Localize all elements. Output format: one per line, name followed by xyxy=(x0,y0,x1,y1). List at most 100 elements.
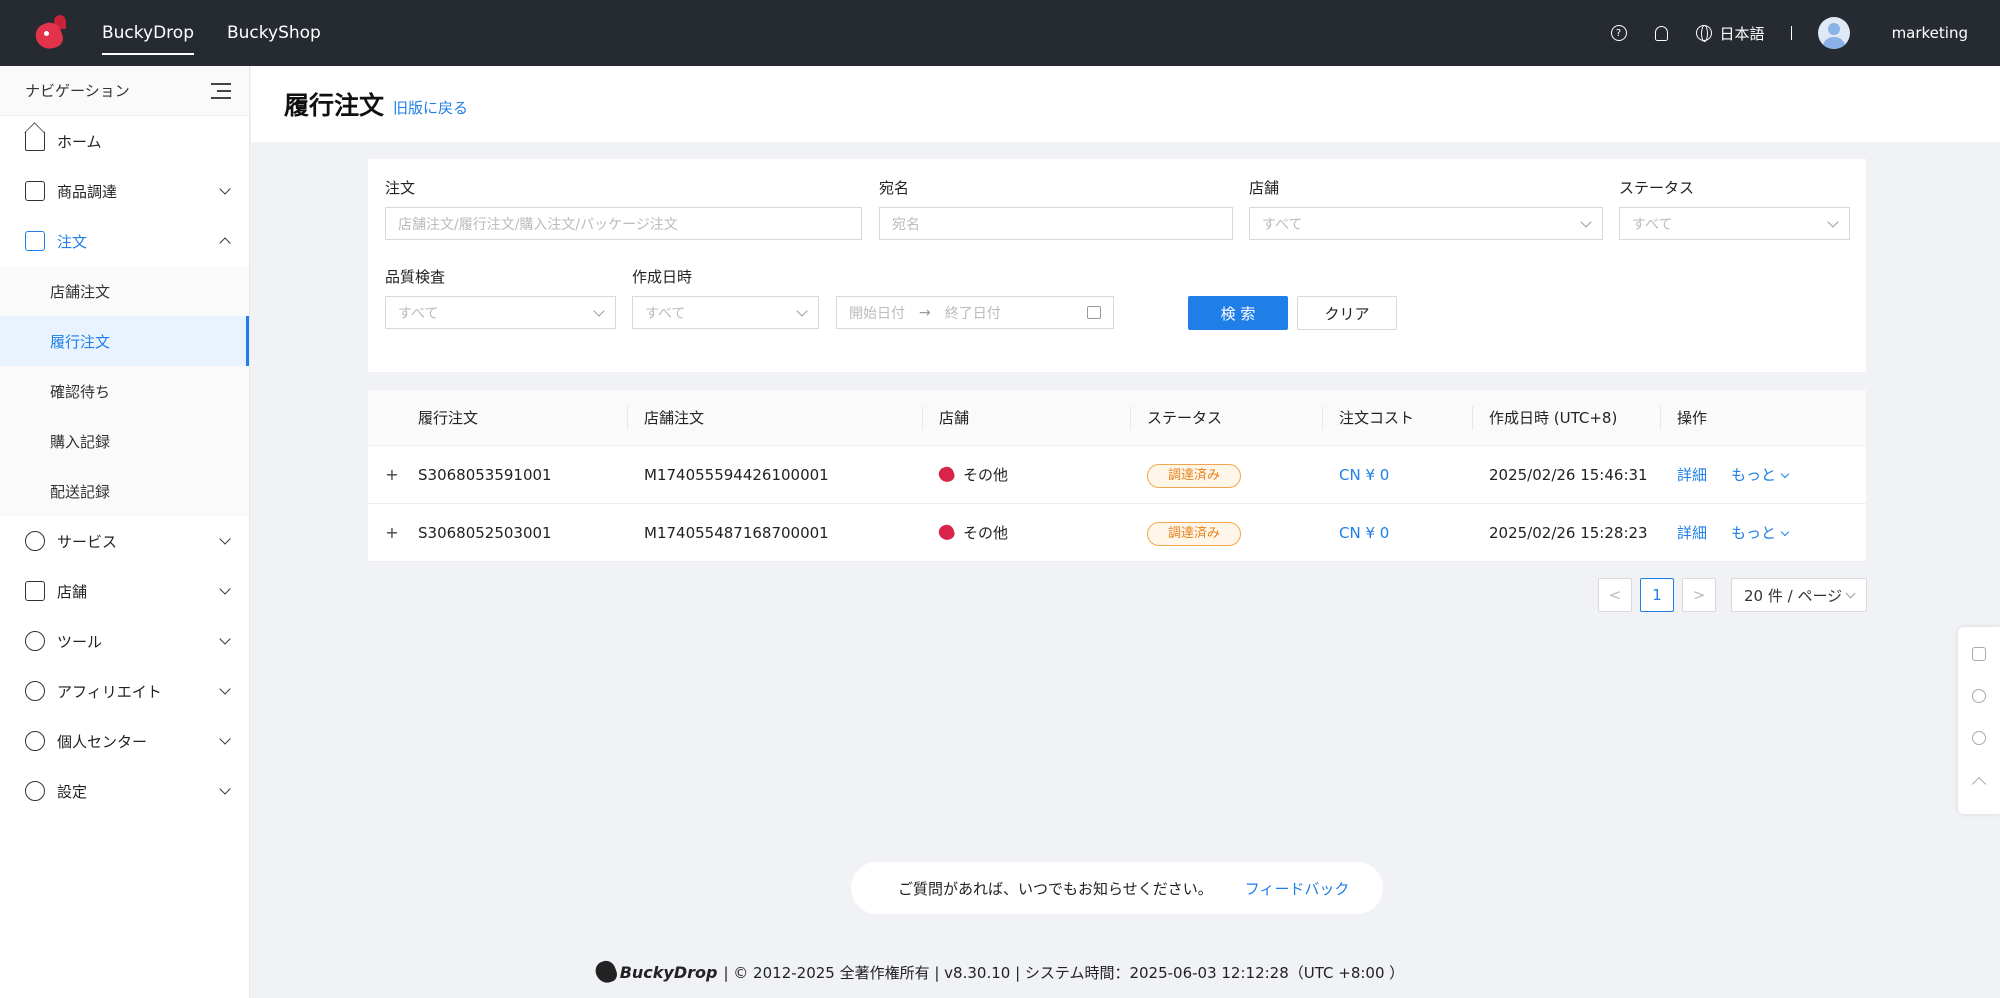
chevron-down-icon xyxy=(219,183,231,195)
column-header: 作成日時 (UTC+8) xyxy=(1489,409,1618,427)
menu-collapse-icon[interactable] xyxy=(211,82,231,99)
more-dropdown[interactable]: もっと xyxy=(1731,504,1790,562)
footer-copyright: | © 2012-2025 全著作権所有 | v8.30.10 | システム時間… xyxy=(723,963,1405,982)
more-label: もっと xyxy=(1731,466,1777,484)
table-row: + S3068052503001 M174055487168700001 その他… xyxy=(368,504,1866,562)
sidebar-item-label: ツール xyxy=(57,632,103,651)
username[interactable]: marketing xyxy=(1892,24,1968,42)
created-time: 2025/02/26 15:28:23 xyxy=(1489,524,1648,542)
feedback-bar: ご質問があれば、いつでもお知らせください。 フィードバック xyxy=(851,862,1383,914)
chevron-up-icon xyxy=(219,237,231,249)
table-row: + S3068053591001 M174055594426100001 その他… xyxy=(368,446,1866,504)
robot-icon[interactable] xyxy=(1972,647,1986,661)
headset-icon[interactable] xyxy=(1972,731,1986,745)
recipient-input[interactable]: 宛名 xyxy=(879,207,1233,240)
feedback-link[interactable]: フィードバック xyxy=(1245,878,1350,899)
arrow-right-icon: → xyxy=(919,304,931,321)
footer-logo: BuckyDrop xyxy=(592,958,718,986)
sidebar-item-sourcing[interactable]: 商品調達 xyxy=(0,166,249,216)
column-header: 店舗 xyxy=(939,409,970,427)
sidebar-item-label: 設定 xyxy=(57,782,88,801)
store-icon xyxy=(25,581,45,601)
expand-row-icon[interactable]: + xyxy=(384,467,400,483)
store-logo-icon xyxy=(936,464,957,485)
sidebar-item-service[interactable]: サービス xyxy=(0,516,249,566)
created-filter-label: 作成日時 xyxy=(632,268,693,286)
shopping-bag-icon xyxy=(25,181,45,201)
sidebar-subitem-store-order[interactable]: 店舗注文 xyxy=(0,266,249,316)
status-select[interactable]: すべて xyxy=(1619,207,1850,240)
top-nav-buckyshop[interactable]: BuckyShop xyxy=(227,0,321,66)
sidebar-item-affiliate[interactable]: アフィリエイト xyxy=(0,666,249,716)
service-bell-icon xyxy=(25,531,45,551)
store-name: その他 xyxy=(963,524,1009,542)
sidebar-header: ナビゲーション xyxy=(0,66,249,116)
sidebar-item-label: 注文 xyxy=(57,232,88,251)
buckydrop-logo-icon xyxy=(592,958,619,986)
recipient-placeholder: 宛名 xyxy=(892,216,920,233)
expand-row-icon[interactable]: + xyxy=(384,525,400,541)
status-select-value: すべて xyxy=(1632,216,1673,233)
store-filter-label: 店舗 xyxy=(1249,179,1280,197)
sidebar-item-settings[interactable]: 設定 xyxy=(0,766,249,816)
users-icon xyxy=(25,681,45,701)
question-circle-icon[interactable] xyxy=(1972,689,1986,703)
search-button[interactable]: 検 索 xyxy=(1188,296,1288,330)
qc-select-value: すべて xyxy=(398,305,439,322)
sidebar-item-tools[interactable]: ツール xyxy=(0,616,249,666)
sidebar-item-home[interactable]: ホーム xyxy=(0,116,249,166)
fulfillment-order-id: S3068052503001 xyxy=(418,524,552,542)
feedback-question: ご質問があれば、いつでもお知らせください。 xyxy=(898,879,1213,898)
start-date-placeholder[interactable]: 開始日付 xyxy=(849,303,905,323)
sidebar-subitem-fulfillment-order[interactable]: 履行注文 xyxy=(0,316,249,366)
footer: BuckyDrop | © 2012-2025 全著作権所有 | v8.30.1… xyxy=(0,958,2000,986)
buckydrop-logo-icon[interactable] xyxy=(32,13,68,53)
more-dropdown[interactable]: もっと xyxy=(1731,446,1790,504)
clear-button[interactable]: クリア xyxy=(1297,296,1397,330)
question-circle-icon[interactable]: ? xyxy=(1610,25,1627,41)
avatar[interactable] xyxy=(1817,17,1850,49)
page-size-select[interactable]: 20 件 / ページ xyxy=(1731,578,1867,612)
more-label: もっと xyxy=(1731,524,1777,542)
user-icon xyxy=(25,731,45,751)
created-type-select[interactable]: すべて xyxy=(632,296,819,329)
prev-page-button[interactable]: < xyxy=(1598,578,1632,612)
date-range-picker[interactable]: 開始日付 → 終了日付 xyxy=(836,296,1114,329)
sidebar-subitem-pending[interactable]: 確認待ち xyxy=(0,366,249,416)
next-page-button[interactable]: > xyxy=(1682,578,1716,612)
sidebar-item-order[interactable]: 注文 xyxy=(0,216,249,266)
store-order-id: M174055487168700001 xyxy=(644,524,829,542)
detail-link[interactable]: 詳細 xyxy=(1677,504,1707,562)
sidebar-item-store[interactable]: 店舗 xyxy=(0,566,249,616)
end-date-placeholder[interactable]: 終了日付 xyxy=(945,303,1001,323)
sidebar-item-personal-center[interactable]: 個人センター xyxy=(0,716,249,766)
page-1-button[interactable]: 1 xyxy=(1640,578,1674,612)
column-header: 操作 xyxy=(1677,409,1708,427)
detail-link[interactable]: 詳細 xyxy=(1677,446,1707,504)
column-header: 注文コスト xyxy=(1339,409,1415,427)
store-cell: その他 xyxy=(936,504,1009,562)
bell-icon[interactable] xyxy=(1654,25,1668,41)
chevron-down-icon xyxy=(219,633,231,645)
created-time: 2025/02/26 15:46:31 xyxy=(1489,466,1648,484)
top-nav: BuckyDrop BuckyShop xyxy=(102,0,354,66)
qc-select[interactable]: すべて xyxy=(385,296,616,329)
sidebar-subitem-purchase-records[interactable]: 購入記録 xyxy=(0,416,249,466)
fulfillment-order-id: S3068053591001 xyxy=(418,466,552,484)
store-select[interactable]: すべて xyxy=(1249,207,1603,240)
back-to-top-icon[interactable] xyxy=(1971,776,1987,792)
status-badge: 調達済み xyxy=(1147,463,1242,488)
old-version-link[interactable]: 旧版に戻る xyxy=(393,97,468,118)
created-type-value: すべて xyxy=(645,305,686,322)
wrench-icon xyxy=(25,631,45,651)
store-select-value: すべて xyxy=(1262,216,1303,233)
order-swap-icon xyxy=(25,231,45,251)
order-cost-link[interactable]: CN ¥ 0 xyxy=(1339,446,1389,504)
sidebar-subitem-shipping-records[interactable]: 配送記録 xyxy=(0,466,249,516)
order-cost-link[interactable]: CN ¥ 0 xyxy=(1339,504,1389,562)
top-nav-buckydrop[interactable]: BuckyDrop xyxy=(102,0,194,66)
language-selector[interactable]: 日本語 xyxy=(1695,23,1765,44)
footer-brand: BuckyDrop xyxy=(619,962,718,982)
order-search-input[interactable]: 店舗注文/履行注文/購入注文/パッケージ注文 xyxy=(385,207,862,240)
qc-filter-label: 品質検査 xyxy=(385,268,446,286)
